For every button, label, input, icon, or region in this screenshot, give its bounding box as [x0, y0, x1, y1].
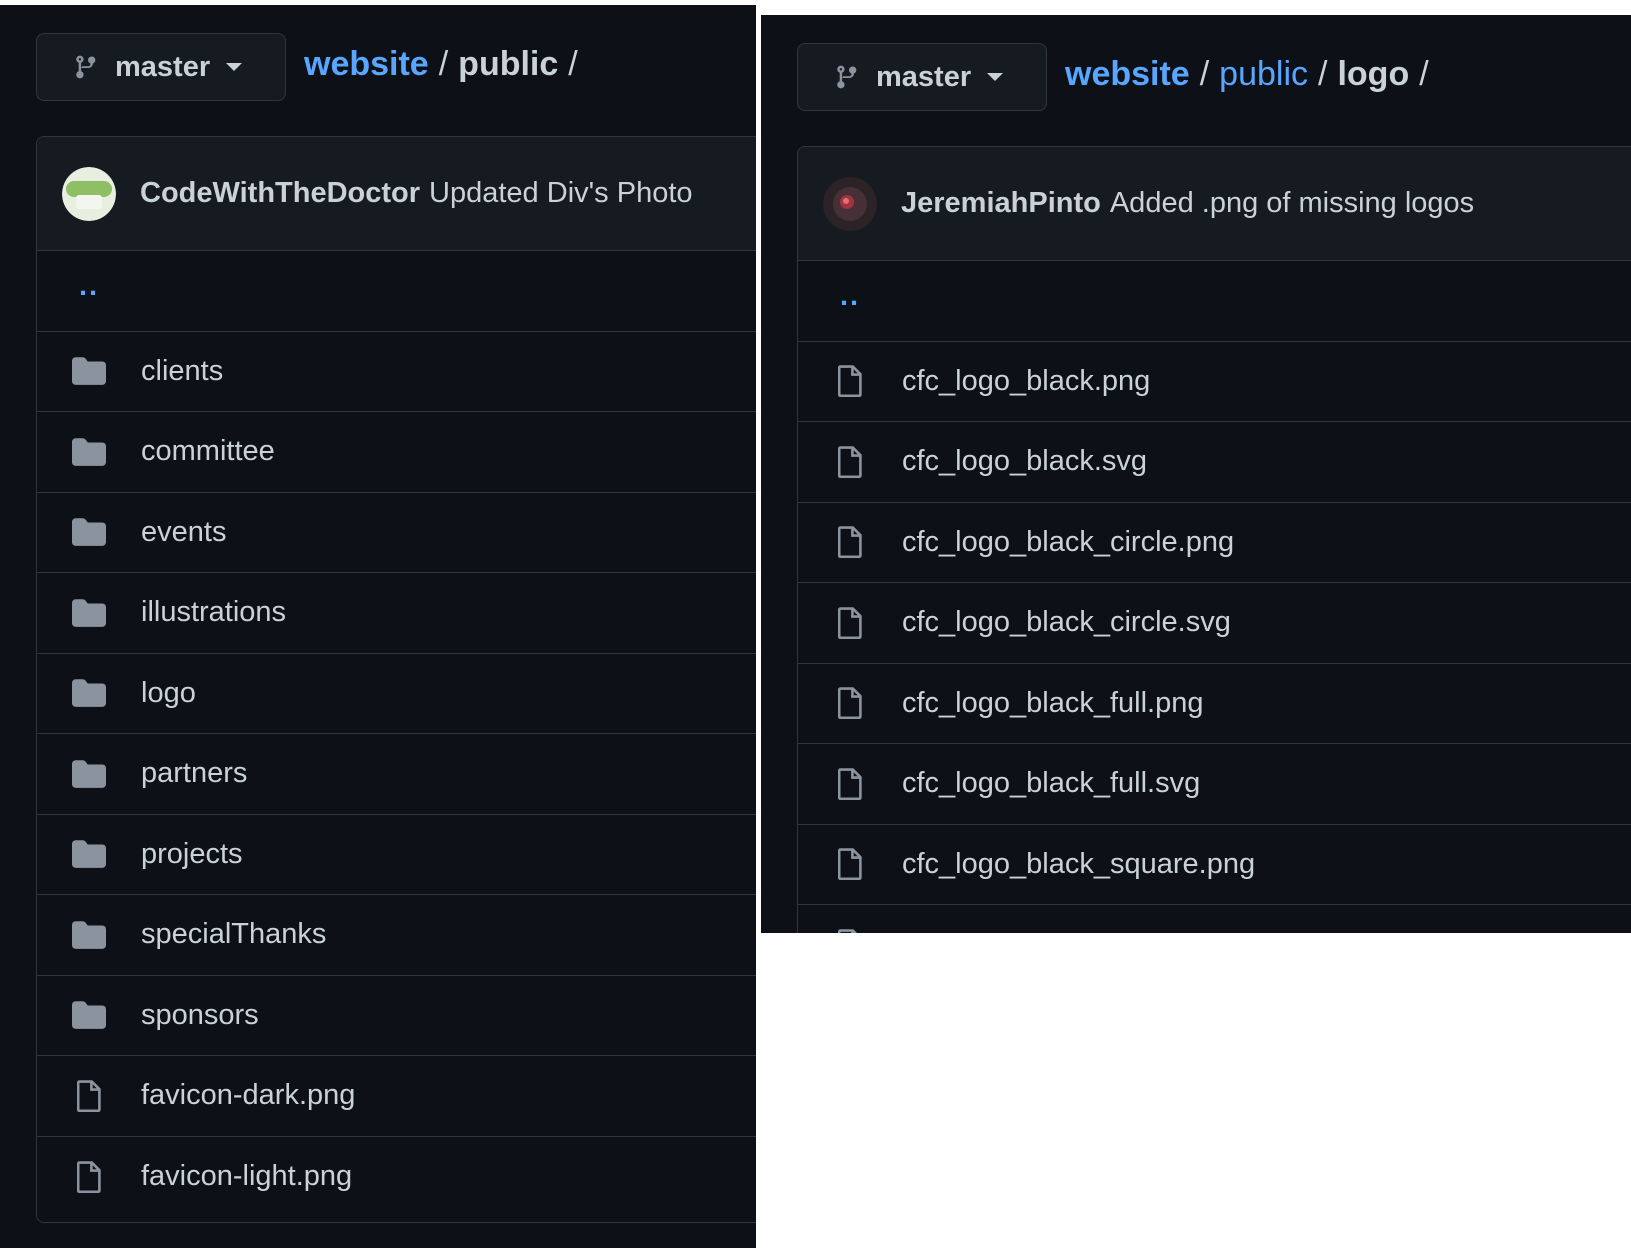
chevron-down-icon: [987, 73, 1004, 81]
folder-icon: [71, 840, 107, 869]
folder-icon: [71, 1001, 107, 1030]
breadcrumb-root-link[interactable]: website: [1065, 55, 1190, 94]
folder-icon: [71, 679, 107, 708]
file-icon: [832, 687, 868, 720]
file-row[interactable]: [798, 905, 1631, 933]
file-row[interactable]: cfc_logo_black_circle.png: [798, 503, 1631, 583]
repo-browser-logo: master website / public / logo / Jeremia…: [761, 15, 1631, 933]
breadcrumb-current: public: [458, 45, 559, 83]
breadcrumb-separator: /: [1199, 55, 1210, 93]
folder-row[interactable]: committee: [37, 412, 756, 493]
avatar[interactable]: [823, 176, 877, 231]
folder-icon: [71, 920, 107, 949]
git-branch-icon: [834, 62, 860, 92]
file-icon: [832, 607, 868, 639]
breadcrumb-separator: /: [1419, 55, 1429, 93]
folder-row[interactable]: illustrations: [37, 573, 756, 654]
folder-name-link[interactable]: specialThanks: [141, 918, 326, 951]
file-name-link[interactable]: favicon-dark.png: [141, 1079, 355, 1112]
parent-directory-link[interactable]: ..: [79, 270, 99, 303]
file-icon: [832, 365, 868, 398]
branch-name: master: [115, 50, 211, 83]
file-icon: [832, 526, 868, 559]
parent-directory-row[interactable]: ..: [798, 261, 1631, 342]
breadcrumb: website / public /: [304, 45, 588, 84]
folder-row[interactable]: specialThanks: [37, 895, 756, 976]
file-row[interactable]: cfc_logo_black_full.svg: [798, 744, 1631, 825]
commit-author-link[interactable]: JeremiahPinto: [901, 187, 1101, 220]
breadcrumb: website / public / logo /: [1065, 55, 1439, 94]
file-icon: [71, 1080, 107, 1112]
branch-name: master: [876, 60, 972, 93]
branch-selector-button[interactable]: master: [36, 33, 286, 101]
file-row[interactable]: cfc_logo_black_full.png: [798, 664, 1631, 744]
file-row[interactable]: favicon-light.png: [37, 1137, 756, 1218]
folder-name-link[interactable]: clients: [141, 355, 223, 388]
folder-icon: [71, 357, 107, 386]
commit-message-link[interactable]: Updated Div's Photo: [429, 177, 692, 210]
folder-row[interactable]: logo: [37, 654, 756, 734]
folder-icon: [71, 598, 107, 627]
file-name-link[interactable]: cfc_logo_black_square.png: [902, 848, 1255, 881]
breadcrumb-separator: /: [568, 45, 578, 83]
latest-commit-bar: JeremiahPinto Added .png of missing logo…: [798, 147, 1631, 261]
folder-icon: [71, 437, 107, 466]
file-list: CodeWithTheDoctor Updated Div's Photo ..…: [36, 136, 756, 1223]
folder-icon: [71, 518, 107, 547]
branch-selector-button[interactable]: master: [797, 43, 1047, 111]
file-name-link[interactable]: cfc_logo_black_circle.png: [902, 526, 1234, 559]
file-row[interactable]: cfc_logo_black_square.png: [798, 825, 1631, 905]
file-row[interactable]: favicon-dark.png: [37, 1056, 756, 1137]
file-icon: [71, 1161, 107, 1193]
file-name-link[interactable]: cfc_logo_black.png: [902, 365, 1150, 398]
parent-directory-row[interactable]: ..: [37, 251, 756, 332]
file-icon: [832, 446, 868, 478]
git-branch-icon: [73, 52, 99, 82]
folder-name-link[interactable]: partners: [141, 757, 247, 790]
commit-message-link[interactable]: Added .png of missing logos: [1110, 187, 1474, 220]
file-name-link[interactable]: cfc_logo_black_circle.svg: [902, 606, 1231, 639]
breadcrumb-root-link[interactable]: website: [304, 45, 429, 84]
folder-row[interactable]: projects: [37, 815, 756, 895]
folder-name-link[interactable]: illustrations: [141, 596, 286, 629]
folder-name-link[interactable]: committee: [141, 435, 275, 468]
breadcrumb-separator: /: [1318, 55, 1328, 93]
file-row[interactable]: cfc_logo_black_circle.svg: [798, 583, 1631, 664]
folder-row[interactable]: events: [37, 493, 756, 573]
folder-name-link[interactable]: logo: [141, 677, 196, 710]
file-name-link[interactable]: cfc_logo_black.svg: [902, 445, 1147, 478]
chevron-down-icon: [226, 63, 243, 71]
latest-commit-bar: CodeWithTheDoctor Updated Div's Photo: [37, 137, 756, 251]
folder-row[interactable]: partners: [37, 734, 756, 815]
file-icon: [832, 929, 868, 933]
file-name-link[interactable]: cfc_logo_black_full.svg: [902, 767, 1200, 800]
avatar[interactable]: [62, 166, 116, 221]
commit-author-link[interactable]: CodeWithTheDoctor: [140, 177, 420, 210]
breadcrumb-separator: /: [438, 45, 449, 83]
parent-directory-link[interactable]: ..: [840, 280, 860, 313]
file-list: JeremiahPinto Added .png of missing logo…: [797, 146, 1631, 933]
folder-name-link[interactable]: events: [141, 516, 226, 549]
folder-icon: [71, 759, 107, 788]
breadcrumb-public-link[interactable]: public: [1219, 55, 1308, 94]
breadcrumb-current: logo: [1337, 55, 1410, 93]
repo-browser-public: master website / public / CodeWithTheDoc…: [0, 5, 756, 1248]
file-icon: [832, 848, 868, 881]
folder-name-link[interactable]: projects: [141, 838, 243, 871]
folder-name-link[interactable]: sponsors: [141, 999, 259, 1032]
file-row[interactable]: cfc_logo_black.svg: [798, 422, 1631, 503]
file-icon: [832, 768, 868, 800]
folder-row[interactable]: sponsors: [37, 976, 756, 1056]
file-name-link[interactable]: cfc_logo_black_full.png: [902, 687, 1203, 720]
file-row[interactable]: cfc_logo_black.png: [798, 342, 1631, 422]
folder-row[interactable]: clients: [37, 332, 756, 412]
file-name-link[interactable]: favicon-light.png: [141, 1160, 352, 1193]
